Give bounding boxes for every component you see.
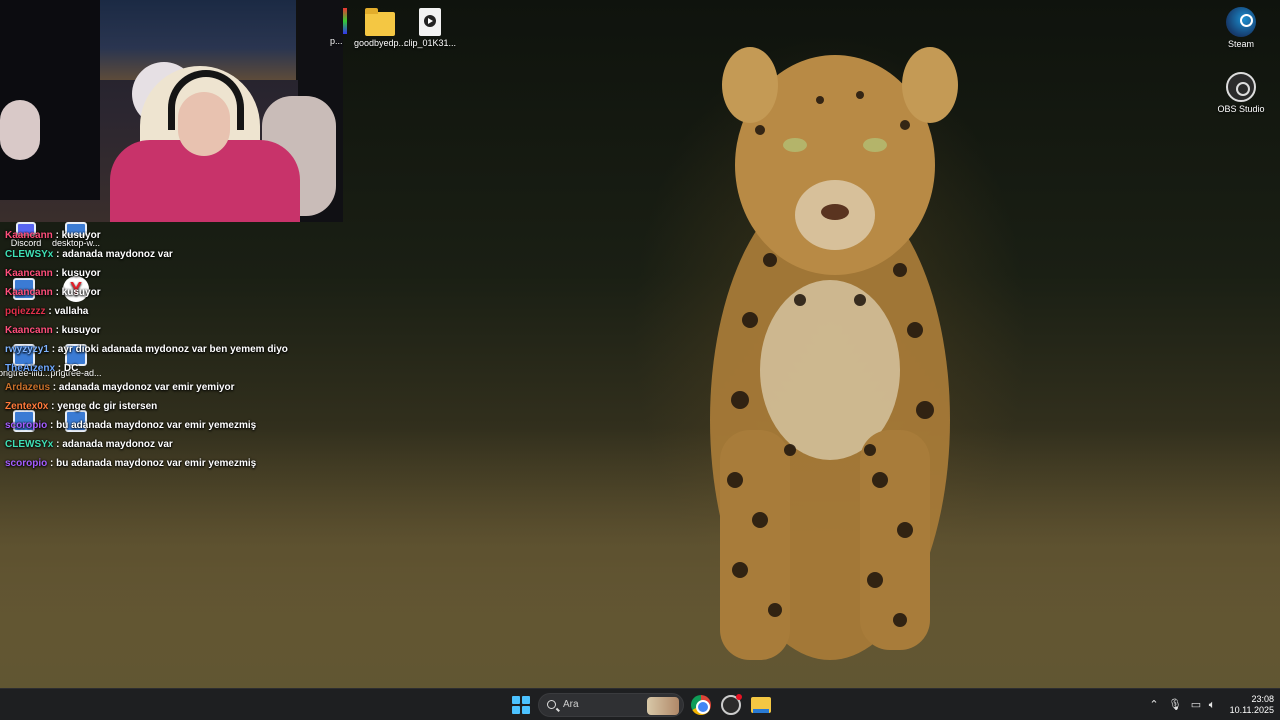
clock-time: 23:08 (1251, 694, 1274, 704)
chat-username: rwyzyzy1 (5, 344, 49, 355)
chrome-icon[interactable] (691, 695, 711, 715)
desktop-icon-label: clip_01K31... (403, 38, 457, 48)
chat-message: CLEWSYx : adanada maydonoz var (5, 438, 335, 457)
chevron-up-icon[interactable]: ⌃ (1147, 698, 1161, 712)
chat-username: CLEWSYx (5, 439, 54, 450)
search-highlight-image (647, 697, 679, 715)
taskbar: Ara ⌃ 🎙︎ ▭ 🔈︎ 23:08 10.11.2025 (0, 688, 1280, 720)
search-icon (547, 700, 556, 709)
chat-text: : yenge dc gir istersen (48, 401, 158, 412)
chat-username: Kaancann (5, 287, 53, 298)
chat-username: CLEWSYx (5, 249, 54, 260)
taskbar-search-box[interactable]: Ara (538, 693, 684, 717)
chat-message: Kaancann : kusuyor (5, 286, 335, 305)
webcam-plush-toy (0, 100, 40, 160)
obs-studio-taskbar-icon[interactable] (721, 694, 742, 715)
clock-date: 10.11.2025 (1229, 705, 1274, 715)
chat-message: scoropio : bu adanada maydonoz var emir … (5, 419, 335, 438)
chat-username: Kaancann (5, 325, 53, 336)
chat-message: CLEWSYx : adanada maydonoz var (5, 248, 335, 267)
obs-studio-icon (1226, 72, 1256, 102)
chat-text: : bu adanada maydonoz var emir yemezmiş (47, 458, 257, 469)
desktop-icon-label: p... (330, 36, 343, 46)
network-icon[interactable]: ▭ (1189, 698, 1203, 712)
chat-message: Kaancann : kusuyor (5, 229, 335, 248)
microphone-icon[interactable]: 🎙︎ (1168, 698, 1182, 712)
chat-text: : adanada maydonoz var (53, 249, 173, 260)
chat-text: : kusuyor (52, 230, 101, 241)
volume-icon[interactable]: 🔈︎ (1205, 698, 1219, 712)
desktop-icon-obs-studio[interactable]: OBS Studio (1203, 72, 1279, 115)
search-placeholder: Ara (563, 699, 579, 710)
chat-username: Kaancann (5, 230, 53, 241)
chat-username: TheAizenx (5, 363, 56, 374)
chat-message: Ardazeus : adanada maydonoz var emir yem… (5, 381, 335, 400)
chat-text: : kusuyor (52, 268, 101, 279)
chat-message: Zentex0x : yenge dc gir istersen (5, 400, 335, 419)
chat-message: Kaancann : kusuyor (5, 267, 335, 286)
windows-logo-icon (512, 696, 520, 704)
chat-message: Kaancann : kusuyor (5, 324, 335, 343)
chat-username: pqiezzzz (5, 306, 46, 317)
chat-username: scoropio (5, 458, 48, 469)
taskbar-clock[interactable]: 23:08 10.11.2025 (1220, 694, 1274, 716)
desktop-icon-steam[interactable]: Steam (1203, 7, 1279, 50)
file-explorer-icon[interactable] (751, 697, 771, 713)
desktop-icon-clip[interactable]: clip_01K31... (392, 8, 468, 49)
stream-chat-overlay: Kaancann : kusuyor CLEWSYx : adanada mayd… (5, 229, 335, 476)
chat-username: Kaancann (5, 268, 53, 279)
chat-text: : kusuyor (52, 287, 101, 298)
windows-logo-icon (522, 696, 530, 704)
notification-badge (736, 694, 742, 700)
chat-text: : adanada maydonoz var emir yemiyor (50, 382, 235, 393)
chat-message: TheAizenx : DC (5, 362, 335, 381)
windows-logo-icon (522, 706, 530, 714)
chat-username: scoropio (5, 420, 48, 431)
chat-username: Ardazeus (5, 382, 51, 393)
steam-icon (1226, 7, 1256, 37)
video-file-icon (419, 8, 441, 36)
chat-text: : ayr dioki adanada mydonoz var ben yeme… (48, 344, 288, 355)
chat-message: rwyzyzy1 : ayr dioki adanada mydonoz var… (5, 343, 335, 362)
chat-text: : kusuyor (52, 325, 101, 336)
chat-message: pqiezzzz : vallaha (5, 305, 335, 324)
play-icon (428, 18, 433, 24)
desktop-icon-label: Steam (1227, 39, 1254, 49)
chat-username: Zentex0x (5, 401, 49, 412)
webcam-overlay (0, 0, 343, 222)
chat-text: : adanada maydonoz var (53, 439, 173, 450)
chat-text: : bu adanada maydonoz var emir yemezmiş (47, 420, 257, 431)
folder-icon (365, 8, 395, 36)
windows-logo-icon (512, 706, 520, 714)
chat-message: scoropio : bu adanada maydonoz var emir … (5, 457, 335, 476)
chat-text: : DC (55, 363, 79, 374)
chat-text: : vallaha (45, 306, 89, 317)
desktop-icon-label: OBS Studio (1217, 104, 1265, 114)
start-button[interactable] (512, 696, 530, 714)
